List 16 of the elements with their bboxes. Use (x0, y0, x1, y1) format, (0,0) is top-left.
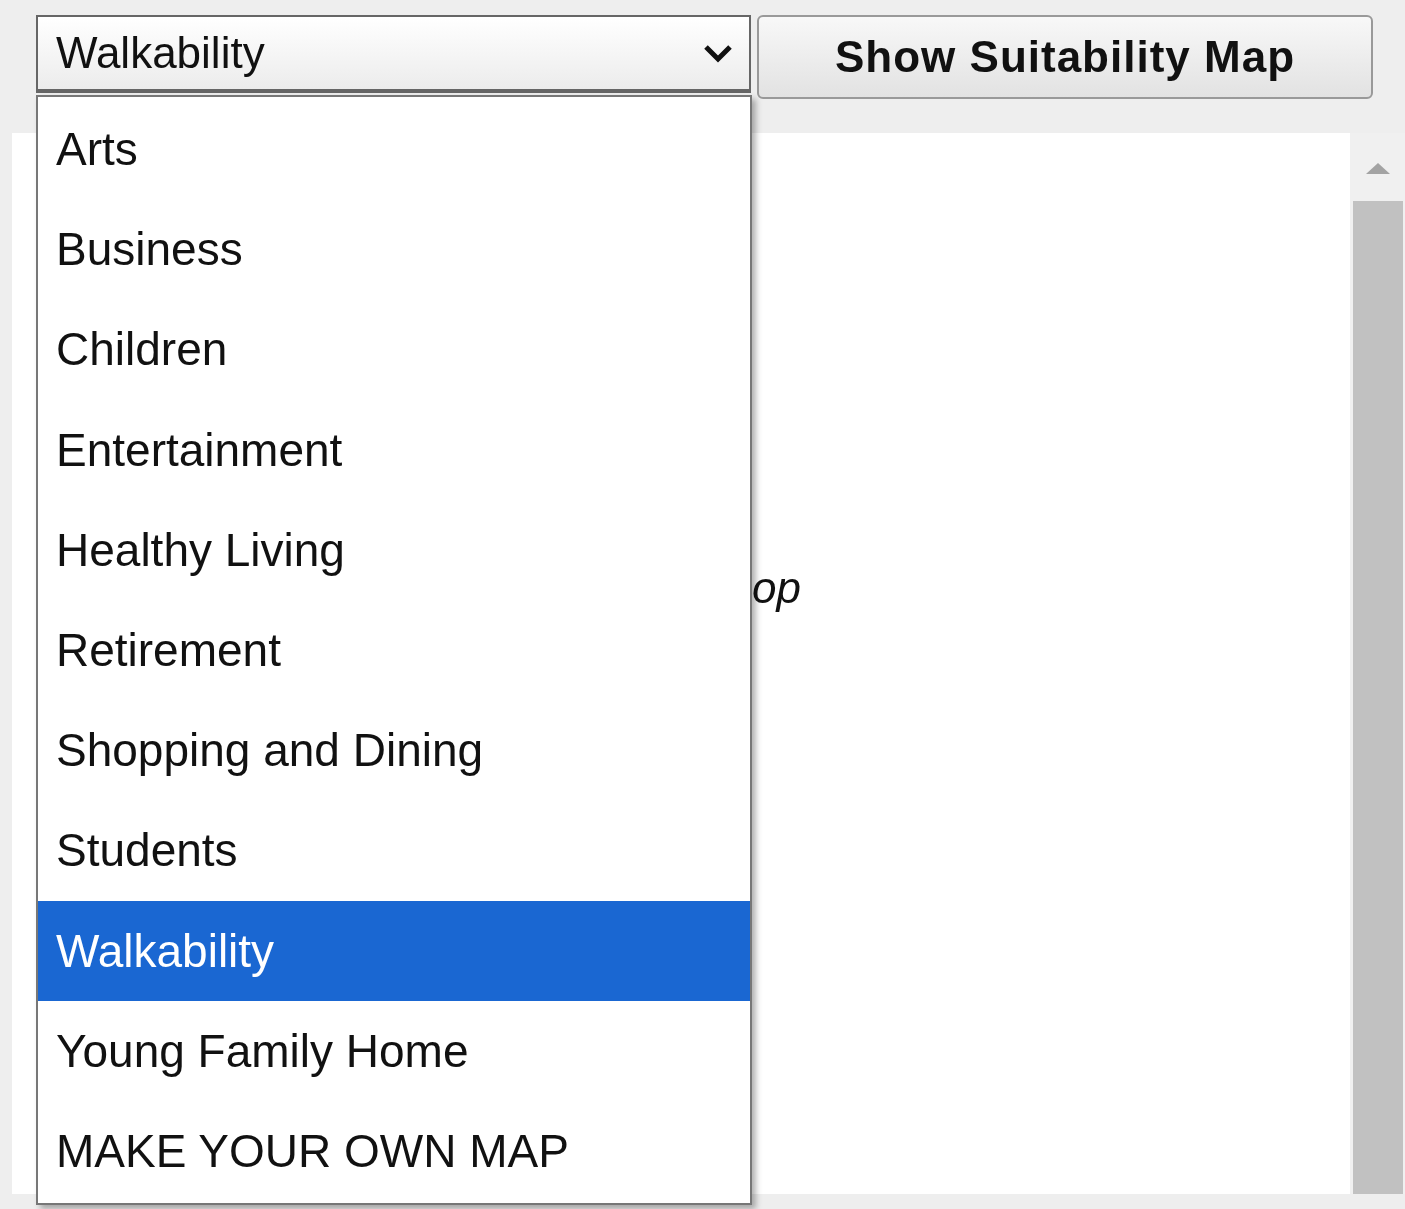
suitability-select[interactable]: Walkability (36, 15, 751, 91)
dropdown-option[interactable]: Young Family Home (38, 1000, 750, 1101)
dropdown-option[interactable]: Walkability (38, 900, 750, 1001)
dropdown-option[interactable]: Children (38, 299, 750, 400)
dropdown-option[interactable]: Healthy Living (38, 499, 750, 600)
show-suitability-map-button[interactable]: Show Suitability Map (757, 15, 1373, 99)
dropdown-option[interactable]: Shopping and Dining (38, 700, 750, 801)
dropdown-option[interactable]: Entertainment (38, 399, 750, 500)
dropdown-option[interactable]: Retirement (38, 599, 750, 701)
dropdown-option[interactable]: Arts (38, 99, 750, 200)
chevron-icon (703, 43, 733, 63)
select-value: Walkability (56, 28, 265, 78)
dropdown-option[interactable]: Business (38, 199, 750, 300)
dropdown-option[interactable]: Students (38, 800, 750, 901)
dropdown-option[interactable]: MAKE YOUR OWN MAP (38, 1100, 750, 1202)
content-text: op (752, 563, 801, 613)
